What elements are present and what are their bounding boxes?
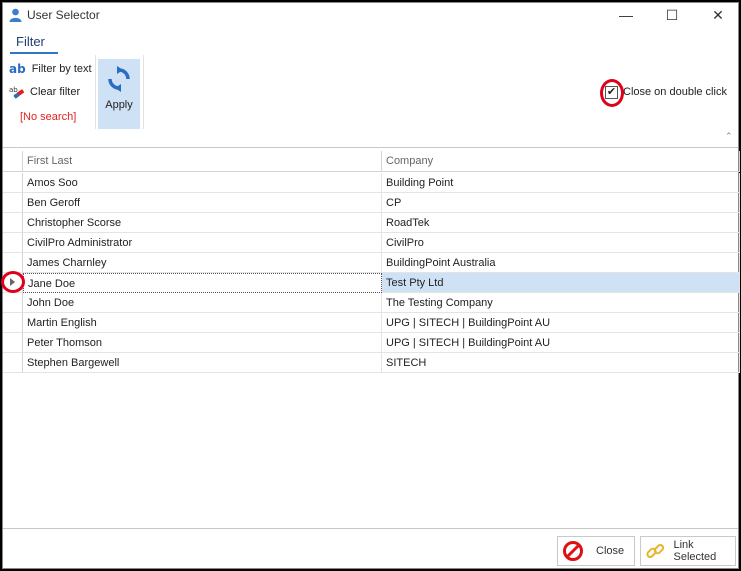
row-indicator[interactable] bbox=[3, 313, 23, 333]
cell-company[interactable]: UPG | SITECH | BuildingPoint AU bbox=[382, 333, 740, 353]
cell-first-last[interactable]: Peter Thomson bbox=[23, 333, 382, 353]
collapse-ribbon-icon[interactable]: ⌃ bbox=[725, 131, 735, 141]
link-selected-label: Link Selected bbox=[673, 539, 717, 563]
row-indicator-arrow-icon bbox=[10, 278, 15, 286]
close-on-double-click-checkbox[interactable]: ✔ bbox=[600, 79, 624, 107]
table-row[interactable]: Ben Geroff CP bbox=[3, 193, 740, 213]
tab-filter[interactable]: Filter bbox=[10, 34, 58, 54]
cell-first-last[interactable]: Christopher Scorse bbox=[23, 213, 382, 233]
close-label: Close bbox=[596, 545, 625, 557]
maximize-button[interactable]: ☐ bbox=[649, 3, 695, 27]
check-icon: ✔ bbox=[606, 86, 617, 98]
apply-label: Apply bbox=[105, 99, 133, 111]
close-icon: ✕ bbox=[712, 6, 724, 23]
filter-by-text-label: Filter by text bbox=[31, 63, 92, 75]
text-filter-icon: ab bbox=[9, 62, 26, 76]
row-indicator[interactable] bbox=[3, 213, 23, 233]
close-button[interactable]: Close bbox=[557, 536, 635, 566]
cell-first-last[interactable]: Ben Geroff bbox=[23, 193, 382, 213]
row-indicator[interactable] bbox=[3, 333, 23, 353]
row-indicator[interactable] bbox=[3, 173, 23, 193]
table-row[interactable]: Peter Thomson UPG | SITECH | BuildingPoin… bbox=[3, 333, 740, 353]
cell-company[interactable]: CivilPro bbox=[382, 233, 740, 253]
user-icon bbox=[9, 8, 22, 22]
table-row[interactable]: Stephen Bargewell SITECH bbox=[3, 353, 740, 373]
table-row[interactable]: Amos Soo Building Point bbox=[3, 173, 740, 193]
table-row[interactable]: Jane Doe Test Pty Ltd bbox=[3, 273, 740, 293]
row-indicator[interactable] bbox=[3, 293, 23, 313]
table-row[interactable]: James Charnley BuildingPoint Australia bbox=[3, 253, 740, 273]
users-grid: First Last Company Amos Soo Building Poin… bbox=[3, 151, 740, 375]
link-icon bbox=[646, 544, 665, 558]
close-window-button[interactable]: ✕ bbox=[695, 3, 741, 27]
filter-by-text-button[interactable]: ab Filter by text bbox=[9, 62, 92, 76]
eraser-icon: ab bbox=[9, 86, 25, 99]
maximize-icon: ☐ bbox=[665, 6, 679, 23]
minimize-button[interactable]: — bbox=[603, 3, 649, 27]
table-row[interactable]: CivilPro Administrator CivilPro bbox=[3, 233, 740, 253]
table-row[interactable]: Christopher Scorse RoadTek bbox=[3, 213, 740, 233]
ribbon-bottom-border bbox=[3, 147, 738, 148]
checkbox-box[interactable]: ✔ bbox=[605, 86, 618, 99]
minimize-icon: — bbox=[619, 7, 633, 23]
row-indicator[interactable] bbox=[3, 233, 23, 253]
cell-first-last[interactable]: James Charnley bbox=[23, 253, 382, 273]
cell-company[interactable]: The Testing Company bbox=[382, 293, 740, 313]
cell-company[interactable]: BuildingPoint Australia bbox=[382, 253, 740, 273]
refresh-icon bbox=[108, 66, 130, 92]
cell-company[interactable]: Building Point bbox=[382, 173, 740, 193]
cell-company[interactable]: UPG | SITECH | BuildingPoint AU bbox=[382, 313, 740, 333]
cell-company[interactable]: RoadTek bbox=[382, 213, 740, 233]
ribbon-divider bbox=[95, 55, 96, 129]
clear-filter-label: Clear filter bbox=[30, 86, 81, 98]
cell-first-last[interactable]: Amos Soo bbox=[23, 173, 382, 193]
column-header-company[interactable]: Company bbox=[382, 151, 740, 172]
clear-filter-button[interactable]: ab Clear filter bbox=[9, 85, 80, 99]
ribbon-divider bbox=[143, 55, 144, 129]
cell-first-last[interactable]: Martin English bbox=[23, 313, 382, 333]
cell-first-last[interactable]: CivilPro Administrator bbox=[23, 233, 382, 253]
prohibited-icon bbox=[563, 541, 583, 561]
table-row[interactable]: Martin English UPG | SITECH | BuildingPoi… bbox=[3, 313, 740, 333]
footer-divider bbox=[3, 528, 738, 529]
window-title: User Selector bbox=[27, 8, 100, 22]
cell-first-last[interactable]: John Doe bbox=[23, 293, 382, 313]
row-indicator[interactable] bbox=[3, 253, 23, 273]
column-header-first-last[interactable]: First Last bbox=[23, 151, 382, 172]
cell-first-last[interactable]: Jane Doe bbox=[23, 273, 382, 293]
table-row[interactable]: John Doe The Testing Company bbox=[3, 293, 740, 313]
row-indicator[interactable] bbox=[3, 193, 23, 213]
cell-company[interactable]: Test Pty Ltd bbox=[382, 273, 740, 293]
svg-text:ab: ab bbox=[9, 86, 18, 94]
user-selector-window: User Selector — ☐ ✕ Filter ab Filter by … bbox=[1, 2, 740, 569]
row-indicator[interactable] bbox=[3, 353, 23, 373]
title-bar: User Selector — ☐ ✕ bbox=[3, 3, 738, 27]
cell-company[interactable]: CP bbox=[382, 193, 740, 213]
row-indicator-header bbox=[3, 151, 23, 172]
close-on-double-click-label[interactable]: Close on double click bbox=[623, 86, 727, 98]
apply-button[interactable]: Apply bbox=[98, 59, 140, 129]
search-status: [No search] bbox=[20, 111, 77, 123]
cell-company[interactable]: SITECH bbox=[382, 353, 740, 373]
cell-first-last[interactable]: Stephen Bargewell bbox=[23, 353, 382, 373]
link-selected-button[interactable]: Link Selected bbox=[640, 536, 736, 566]
